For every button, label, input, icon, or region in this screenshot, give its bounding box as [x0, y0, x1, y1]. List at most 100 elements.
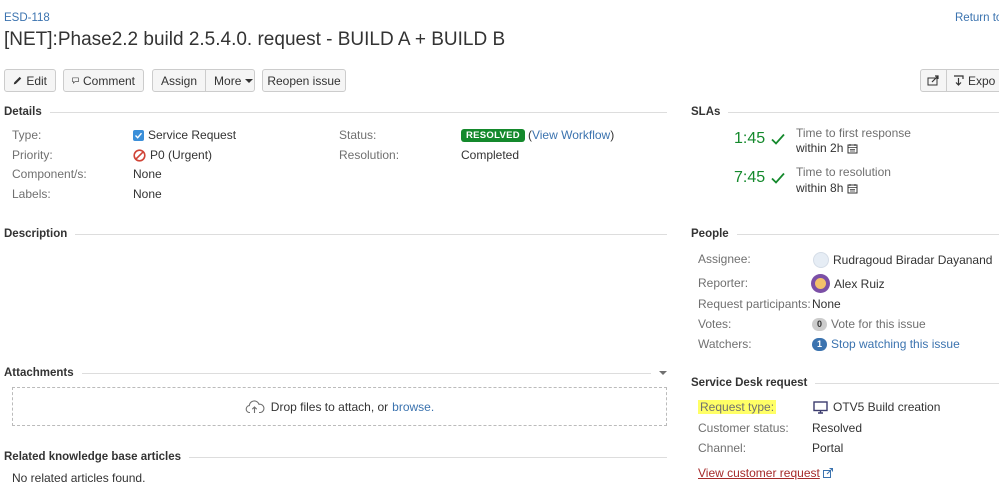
issue-summary: [NET]:Phase2.2 build 2.5.4.0. request - …	[4, 29, 506, 50]
request-type-text: OTV5 Build creation	[833, 400, 941, 414]
description-heading-text: Description	[4, 228, 68, 240]
section-divider	[49, 111, 667, 113]
section-divider	[736, 233, 999, 235]
request-type-label: Request type:	[698, 400, 777, 414]
watchers-count-badge[interactable]: 1	[812, 337, 827, 351]
labels-value: None	[133, 187, 162, 201]
attachments-options-icon[interactable]	[659, 371, 667, 375]
export-button-label: Expo	[968, 73, 996, 88]
export-icon	[954, 75, 964, 86]
watchers-value: 1 Stop watching this issue	[812, 337, 960, 351]
caret-down-icon	[245, 78, 254, 83]
monitor-icon	[813, 400, 828, 414]
attachment-dropzone[interactable]: Drop files to attach, or browse.	[12, 387, 667, 426]
share-button[interactable]	[921, 70, 946, 91]
assign-more-group: Assign More	[152, 69, 255, 92]
details-heading-text: Details	[4, 106, 42, 118]
resolution-label: Resolution:	[339, 148, 400, 162]
type-label: Type:	[12, 128, 42, 142]
stop-watching-link[interactable]: Stop watching this issue	[831, 337, 960, 351]
request-type-value: OTV5 Build creation	[813, 400, 940, 414]
votes-value: 0 Vote for this issue	[812, 317, 926, 331]
priority-value-text: P0 (Urgent)	[150, 148, 213, 162]
components-value: None	[133, 167, 162, 181]
channel-value: Portal	[812, 441, 844, 455]
service-request-checkbox-icon	[133, 129, 144, 141]
reporter-value[interactable]: Alex Ruiz	[811, 274, 885, 293]
cloud-upload-icon	[245, 399, 265, 413]
attachments-heading: Attachments	[4, 367, 667, 379]
blocker-priority-icon	[133, 148, 146, 162]
customer-status-value: Resolved	[812, 421, 863, 435]
related-kb-empty: No related articles found.	[12, 471, 146, 485]
sla-within-text: within 2h	[796, 141, 844, 155]
status-badge: RESOLVED	[461, 128, 525, 142]
request-type-label-highlight: Request type:	[698, 400, 777, 414]
type-value-text: Service Request	[148, 128, 237, 142]
export-button[interactable]: Expo	[946, 70, 999, 91]
assignee-label: Assignee:	[698, 252, 751, 266]
components-label: Component/s:	[12, 167, 87, 181]
edit-button[interactable]: Edit	[4, 69, 56, 92]
sla-resolution-within: within 8h	[796, 181, 858, 195]
people-heading: People	[691, 228, 999, 240]
assignee-avatar	[813, 252, 829, 268]
labels-label: Labels:	[12, 187, 51, 201]
return-to-search-link[interactable]: Return to	[955, 12, 999, 24]
slas-heading: SLAs	[691, 106, 999, 118]
edit-button-label: Edit	[26, 73, 47, 88]
view-customer-request-link[interactable]: View customer request	[698, 466, 820, 480]
people-heading-text: People	[691, 228, 729, 240]
service-desk-heading-text: Service Desk request	[691, 377, 808, 389]
vote-link[interactable]: Vote for this issue	[831, 317, 926, 331]
votes-count-badge: 0	[812, 317, 827, 331]
section-divider	[75, 233, 667, 235]
reporter-label: Reporter:	[698, 276, 749, 290]
votes-label: Votes:	[698, 317, 732, 331]
more-dropdown-button[interactable]: More	[205, 70, 254, 91]
status-value: RESOLVED (View Workflow)	[461, 128, 614, 142]
sla-first-response-desc: Time to first response	[796, 126, 911, 140]
view-customer-request[interactable]: View customer request	[698, 466, 833, 480]
description-heading: Description	[4, 228, 667, 240]
sla-first-response-time: 1:45	[734, 130, 785, 148]
check-icon	[771, 133, 785, 145]
sla-first-response-within: within 2h	[796, 141, 858, 155]
more-button-label: More	[214, 73, 242, 88]
assign-button[interactable]: Assign	[153, 70, 205, 91]
participants-value: None	[812, 297, 841, 311]
assign-button-label: Assign	[161, 73, 198, 88]
share-icon	[927, 75, 939, 86]
related-kb-heading: Related knowledge base articles	[4, 451, 667, 463]
comment-icon	[72, 77, 79, 84]
browse-link[interactable]: browse.	[392, 400, 434, 414]
slas-heading-text: SLAs	[691, 106, 721, 118]
section-divider	[189, 456, 667, 458]
comment-button[interactable]: Comment	[63, 69, 144, 92]
external-link-icon	[822, 468, 833, 478]
attachments-heading-text: Attachments	[4, 367, 74, 379]
calendar-icon	[847, 143, 858, 153]
participants-label: Request participants:	[698, 297, 811, 311]
customer-status-label: Customer status:	[698, 421, 789, 435]
service-desk-heading: Service Desk request	[691, 377, 999, 389]
view-workflow-close-paren: )	[610, 128, 615, 142]
status-label: Status:	[339, 128, 377, 142]
assignee-value[interactable]: Rudragoud Biradar Dayanand	[813, 252, 992, 268]
sla-time-text: 1:45	[734, 130, 766, 147]
comment-button-label: Comment	[82, 73, 135, 88]
channel-label: Channel:	[698, 441, 747, 455]
sla-resolution-time: 7:45	[734, 169, 785, 187]
related-kb-heading-text: Related knowledge base articles	[4, 451, 182, 463]
calendar-icon	[847, 183, 858, 193]
reopen-issue-button[interactable]: Reopen issue	[262, 69, 346, 92]
details-heading: Details	[4, 106, 667, 118]
dropzone-text: Drop files to attach, or	[270, 399, 389, 414]
reporter-avatar	[811, 274, 830, 293]
check-icon	[771, 172, 785, 184]
sla-time-text: 7:45	[734, 169, 766, 186]
sla-within-text: within 8h	[796, 181, 844, 195]
resolution-value: Completed	[461, 148, 520, 162]
issue-key-link[interactable]: ESD-118	[4, 12, 50, 24]
view-workflow-link[interactable]: View Workflow	[532, 128, 610, 142]
